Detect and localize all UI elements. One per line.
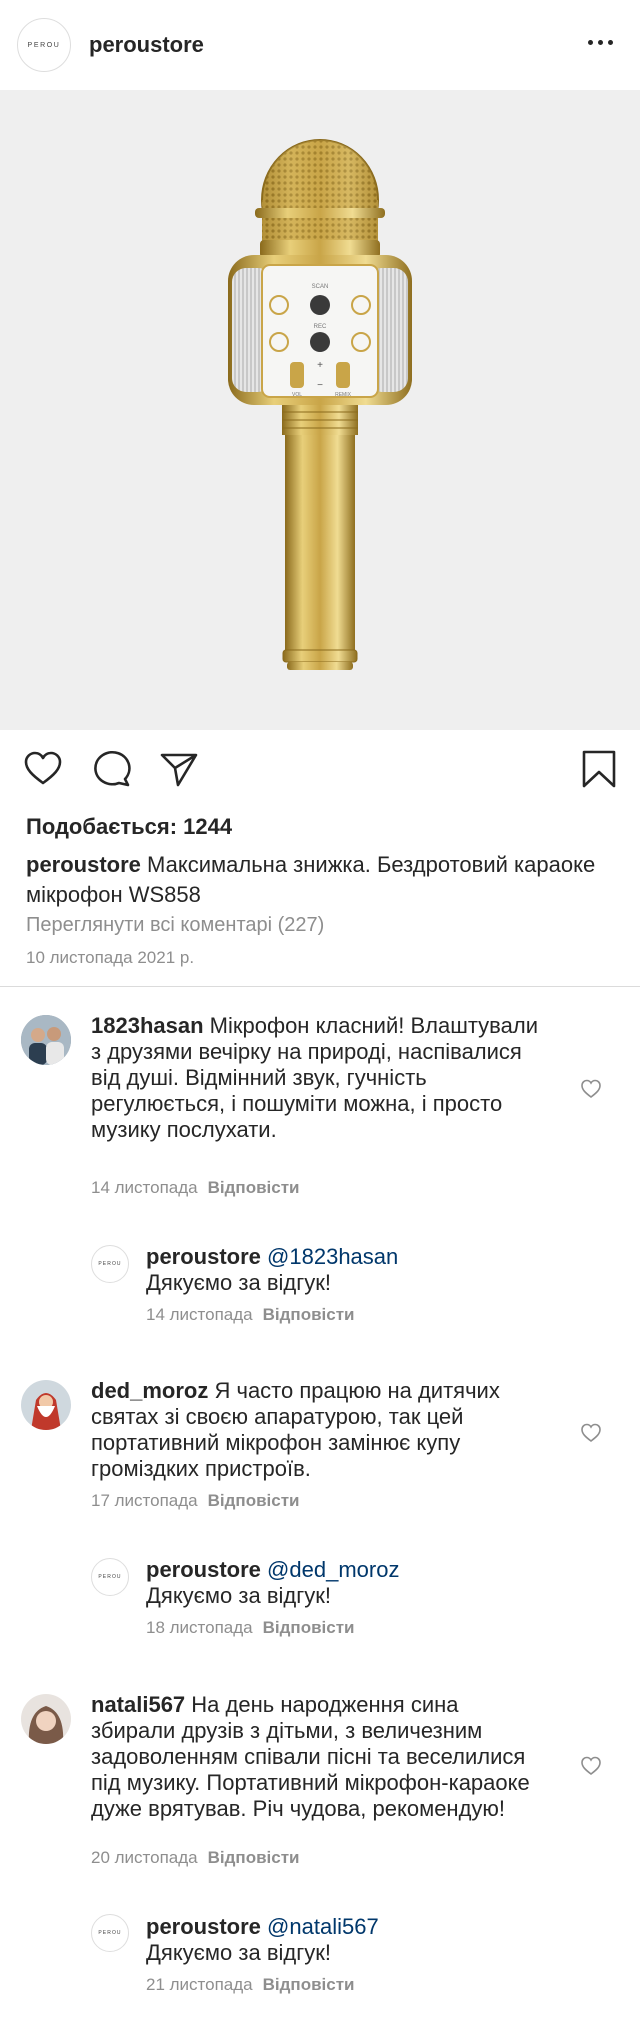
heart-icon[interactable] [22,748,64,790]
comment-meta: 20 листопада Відповісти [91,1848,300,1868]
reply-date: 14 листопада [146,1305,253,1324]
logo-text: PEROU [98,1261,122,1267]
comment-meta: 17 листопада Відповісти [91,1491,300,1511]
reply-mention[interactable]: @1823hasan [267,1244,398,1269]
divider [0,986,640,987]
comment-like-icon[interactable] [580,1422,602,1444]
post-caption: peroustore Максимальна знижка. Бездротов… [26,850,616,910]
reply-avatar[interactable]: PEROU [91,1558,129,1596]
reply-avatar[interactable]: PEROU [91,1245,129,1283]
commenter-avatar[interactable] [21,1694,71,1744]
logo-text: PEROU [27,41,61,49]
share-icon[interactable] [158,748,200,790]
reply-meta: 21 листопада Відповісти [146,1975,355,1995]
reply-username[interactable]: peroustore [146,1557,261,1582]
svg-text:SCAN: SCAN [312,284,329,290]
reply-button[interactable]: Відповісти [263,1305,355,1324]
reply-mention[interactable]: @ded_moroz [267,1557,399,1582]
reply-meta: 18 листопада Відповісти [146,1618,355,1638]
comment-icon[interactable] [90,748,132,790]
post-header: PEROU peroustore [0,0,640,90]
reply-button[interactable]: Відповісти [263,1975,355,1994]
reply-button[interactable]: Відповісти [208,1848,300,1867]
reply-date: 21 листопада [146,1975,253,1994]
logo-text: PEROU [98,1930,122,1936]
svg-text:REC: REC [314,324,327,330]
reply-username[interactable]: peroustore [146,1244,261,1269]
reply-button[interactable]: Відповісти [208,1491,300,1510]
comment-username[interactable]: natali567 [91,1692,185,1717]
reply-button[interactable]: Відповісти [208,1178,300,1197]
comment-like-icon[interactable] [580,1755,602,1777]
reply-text: Дякуємо за відгук! [146,1583,331,1608]
reply-meta: 14 листопада Відповісти [146,1305,355,1325]
logo-text: PEROU [98,1574,122,1580]
comment-username[interactable]: ded_moroz [91,1378,208,1403]
svg-text:−: − [317,380,323,391]
reply-button[interactable]: Відповісти [263,1618,355,1637]
comment-date: 20 листопада [91,1848,198,1867]
reply-mention[interactable]: @natali567 [267,1914,379,1939]
reply-text: Дякуємо за відгук! [146,1270,331,1295]
bookmark-icon[interactable] [578,748,620,790]
svg-text:VOL: VOL [292,392,302,398]
view-all-comments-link[interactable]: Переглянути всі коментарі (227) [26,914,324,937]
header-username[interactable]: peroustore [89,32,204,58]
comment-date: 14 листопада [91,1178,198,1197]
commenter-avatar[interactable] [21,1015,71,1065]
comment-username[interactable]: 1823hasan [91,1013,204,1038]
comment-like-icon[interactable] [580,1078,602,1100]
post-actions [0,730,640,808]
likes-count[interactable]: Подобається: 1244 [26,814,232,840]
profile-avatar[interactable]: PEROU [17,18,71,72]
svg-text:+: + [317,360,323,371]
post-image[interactable]: SCAN REC + − VOL REMIX [0,90,640,730]
caption-username[interactable]: peroustore [26,852,141,877]
post-date: 10 листопада 2021 р. [26,948,195,967]
reply-username[interactable]: peroustore [146,1914,261,1939]
more-icon[interactable] [588,36,618,48]
reply-avatar[interactable]: PEROU [91,1914,129,1952]
comment-date: 17 листопада [91,1491,198,1510]
commenter-avatar[interactable] [21,1380,71,1430]
comment-meta: 14 листопада Відповісти [91,1178,300,1198]
svg-text:REMIX: REMIX [335,392,352,398]
reply-date: 18 листопада [146,1618,253,1637]
microphone-illustration: SCAN REC + − VOL REMIX [228,139,412,670]
reply-text: Дякуємо за відгук! [146,1940,331,1965]
